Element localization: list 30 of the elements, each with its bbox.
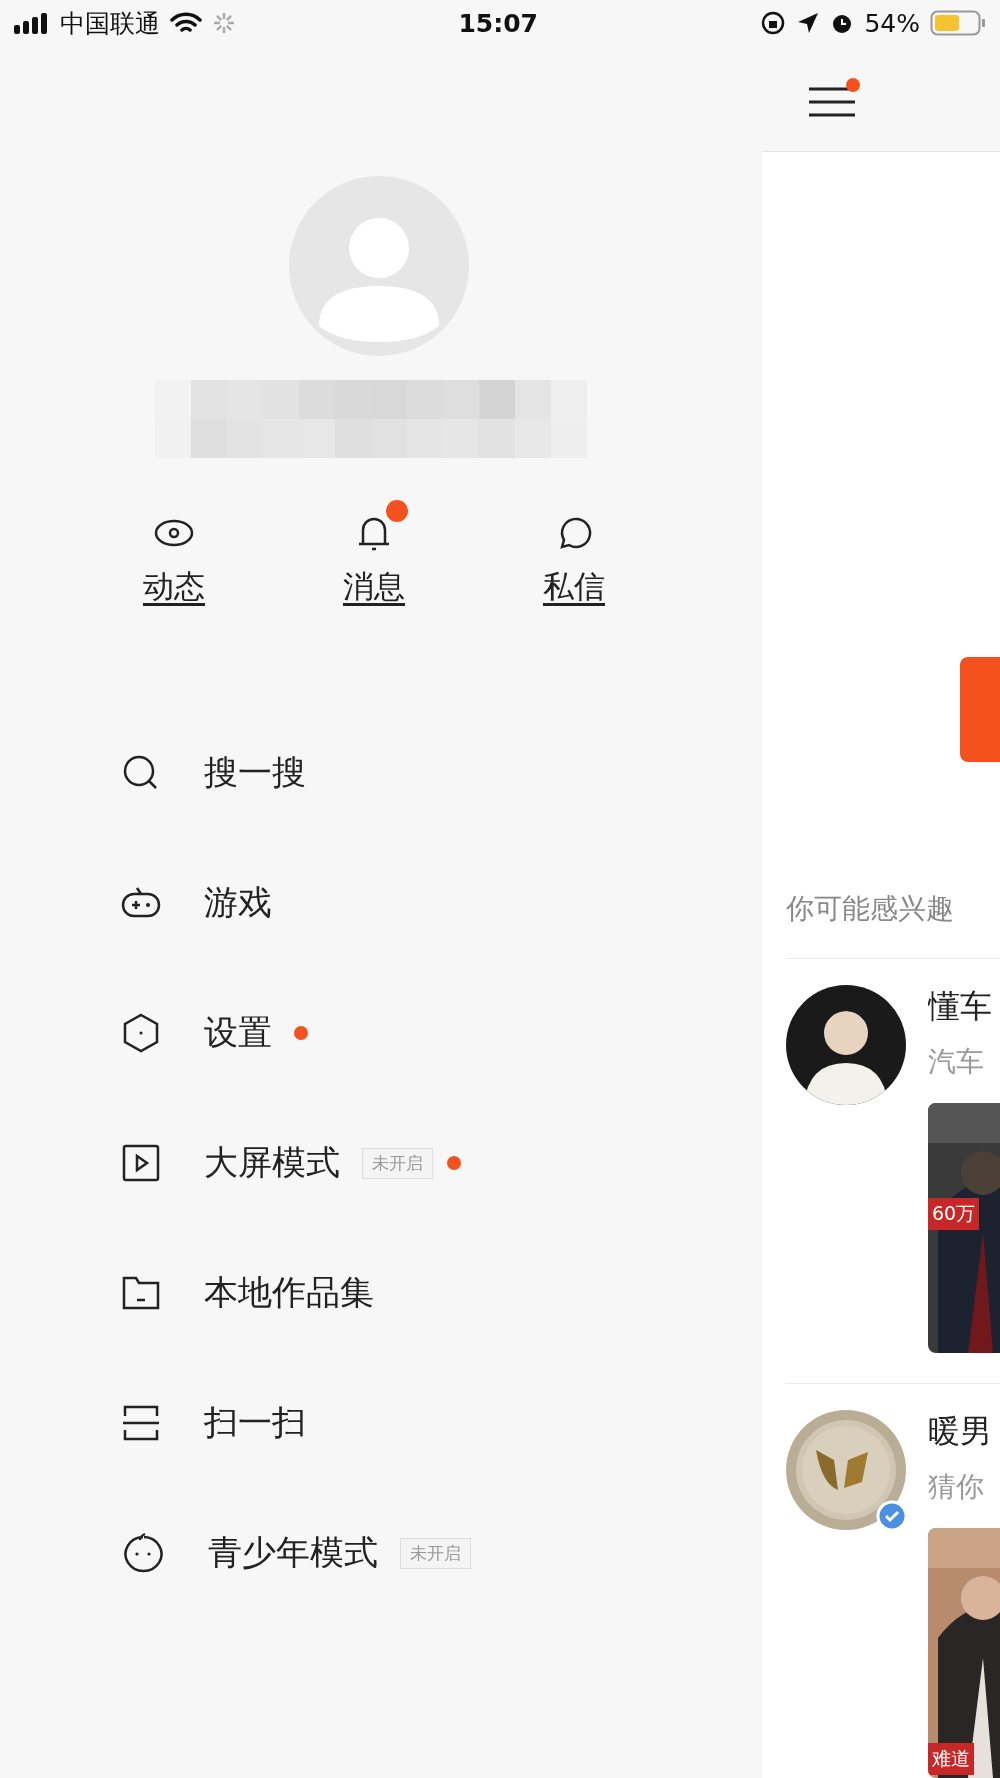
menu-item[interactable]: 青少年模式 未开启 (0, 1488, 762, 1618)
section-title: 你可能感兴趣 (786, 891, 955, 927)
video-thumbnail[interactable]: 60万 (928, 1103, 1000, 1353)
location-arrow-icon (796, 11, 821, 35)
video-caption: 难道 (928, 1743, 974, 1775)
quick-action-button[interactable]: 私信 (474, 498, 674, 608)
clock-time: 15:07 (458, 8, 538, 38)
battery-percentage: 54% (864, 8, 920, 38)
user-subtitle: 汽车 (928, 1044, 985, 1080)
menu-item[interactable]: 扫一扫 (0, 1358, 762, 1488)
user-name[interactable]: 暖男 (928, 1410, 1000, 1454)
status-tag: 未开启 (400, 1537, 471, 1569)
menu-item[interactable]: 设置 (0, 968, 762, 1098)
menu-item[interactable]: 本地作品集 (0, 1228, 762, 1358)
video-caption: 60万 (928, 1198, 980, 1230)
quick-action-button[interactable]: 消息 (274, 498, 474, 608)
signal-icon (14, 12, 50, 34)
menu-item[interactable]: 大屏模式 未开启 (0, 1098, 762, 1228)
wifi-icon (170, 11, 202, 35)
user-subtitle: 猜你 (928, 1469, 985, 1505)
menu-item[interactable]: 搜一搜 (0, 708, 762, 838)
video-thumbnail[interactable]: 难道 (928, 1528, 1000, 1778)
menu-item[interactable]: 游戏 (0, 838, 762, 968)
play-icon (120, 1142, 162, 1184)
carrier-name: 中国联通 (60, 7, 160, 40)
user-name[interactable]: 懂车 (928, 985, 1000, 1029)
battery-icon (930, 9, 986, 37)
quick-action-button[interactable]: 动态 (74, 498, 274, 608)
loading-spinner-icon (212, 11, 236, 35)
status-tag: 未开启 (362, 1147, 433, 1179)
